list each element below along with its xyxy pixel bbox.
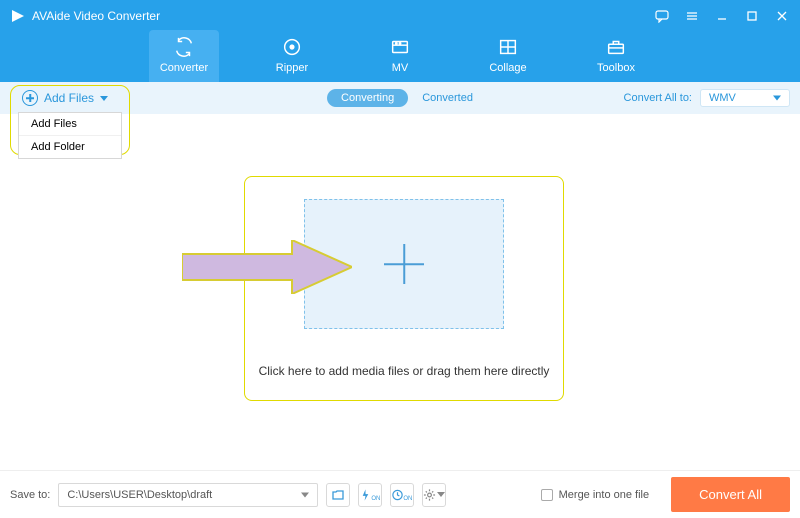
output-format-value: WMV (709, 92, 736, 104)
chevron-down-icon (100, 96, 108, 101)
nav-collage[interactable]: Collage (473, 30, 543, 82)
save-path-value: C:\Users\USER\Desktop\draft (67, 489, 212, 501)
plus-circle-icon (22, 90, 38, 106)
add-files-button[interactable]: Add Files (22, 90, 108, 106)
menu-item-add-files[interactable]: Add Files (19, 113, 121, 136)
save-to-label: Save to: (10, 489, 50, 501)
nav-converter[interactable]: Converter (149, 30, 219, 82)
menu-icon[interactable] (684, 8, 700, 24)
nav-label: Collage (473, 62, 543, 74)
mv-icon (365, 36, 435, 58)
nav-mv[interactable]: MV (365, 30, 435, 82)
chevron-down-icon (437, 492, 445, 497)
nav-label: Ripper (257, 62, 327, 74)
settings-button[interactable] (422, 483, 446, 507)
annotation-arrow-icon (182, 240, 352, 299)
add-files-dropdown: Add Files Add Folder (18, 112, 122, 159)
menu-item-add-folder[interactable]: Add Folder (19, 136, 121, 158)
output-format-select[interactable]: WMV (700, 89, 790, 107)
minimize-icon[interactable] (714, 8, 730, 24)
nav-label: Toolbox (581, 62, 651, 74)
nav-ripper[interactable]: Ripper (257, 30, 327, 82)
nav-label: Converter (149, 62, 219, 74)
drop-zone-text: Click here to add media files or drag th… (245, 364, 563, 378)
converter-icon (149, 36, 219, 58)
merge-checkbox[interactable]: Merge into one file (541, 489, 650, 501)
merge-label: Merge into one file (559, 489, 650, 501)
maximize-icon[interactable] (744, 8, 760, 24)
hardware-accel-button[interactable]: ON (358, 483, 382, 507)
nav-label: MV (365, 62, 435, 74)
chevron-down-icon (301, 492, 309, 497)
checkbox-icon (541, 489, 553, 501)
collage-icon (473, 36, 543, 58)
save-path-select[interactable]: C:\Users\USER\Desktop\draft (58, 483, 318, 507)
app-logo-icon (10, 8, 26, 24)
high-speed-button[interactable]: ON (390, 483, 414, 507)
ripper-icon (257, 36, 327, 58)
add-files-label: Add Files (44, 91, 94, 105)
convert-all-button[interactable]: Convert All (671, 477, 790, 512)
tab-converting[interactable]: Converting (327, 89, 408, 107)
feedback-icon[interactable] (654, 8, 670, 24)
open-folder-button[interactable] (326, 483, 350, 507)
chevron-down-icon (773, 96, 781, 101)
convert-all-to-label: Convert All to: (624, 92, 692, 104)
tab-converted[interactable]: Converted (422, 92, 473, 104)
toolbox-icon (581, 36, 651, 58)
plus-icon (384, 244, 424, 284)
close-icon[interactable] (774, 8, 790, 24)
nav-toolbox[interactable]: Toolbox (581, 30, 651, 82)
app-title: AVAide Video Converter (32, 9, 160, 23)
